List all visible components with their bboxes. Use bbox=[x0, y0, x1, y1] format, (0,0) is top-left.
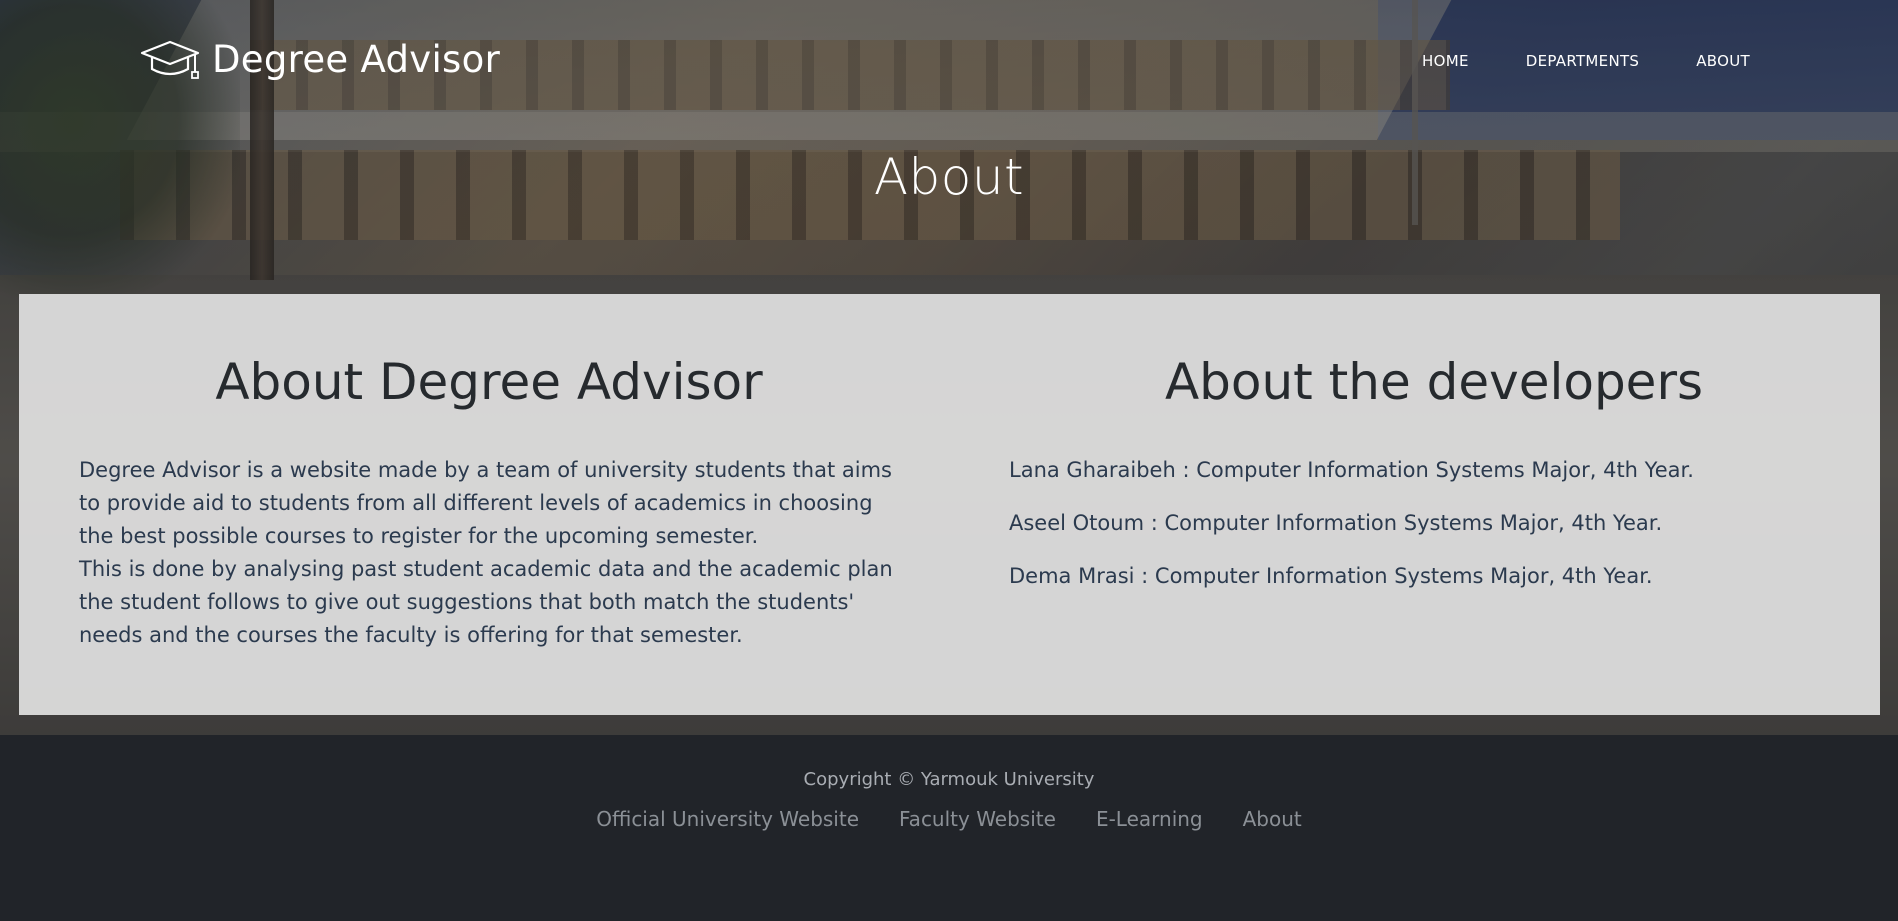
footer-link-university[interactable]: Official University Website bbox=[596, 807, 859, 831]
nav-departments[interactable]: DEPARTMENTS bbox=[1526, 52, 1640, 70]
about-app-title: About Degree Advisor bbox=[215, 353, 763, 411]
footer-link-faculty[interactable]: Faculty Website bbox=[899, 807, 1056, 831]
nav-links: HOME DEPARTMENTS ABOUT bbox=[1422, 52, 1750, 70]
footer: Copyright © Yarmouk University Official … bbox=[0, 735, 1898, 921]
about-app-section: About Degree Advisor Degree Advisor is a… bbox=[79, 352, 899, 652]
content-panel: About Degree Advisor Degree Advisor is a… bbox=[19, 294, 1880, 715]
navbar: Degree Advisor HOME DEPARTMENTS ABOUT bbox=[0, 0, 1898, 120]
brand-name: Degree Advisor bbox=[212, 38, 501, 81]
about-paragraph: Degree Advisor is a website made by a te… bbox=[79, 458, 892, 548]
nav-about[interactable]: ABOUT bbox=[1696, 52, 1750, 70]
page-title: About bbox=[873, 148, 1025, 206]
copyright-text: Copyright © Yarmouk University bbox=[803, 769, 1095, 790]
developer-item: Aseel Otoum : Computer Information Syste… bbox=[1009, 511, 1663, 535]
footer-links: Official University Website Faculty Webs… bbox=[0, 807, 1898, 831]
developer-item: Lana Gharaibeh : Computer Information Sy… bbox=[1009, 458, 1694, 482]
about-paragraph: This is done by analysing past student a… bbox=[79, 557, 893, 647]
footer-link-elearning[interactable]: E-Learning bbox=[1096, 807, 1203, 831]
about-app-description: Degree Advisor is a website made by a te… bbox=[79, 454, 899, 652]
developer-list: Lana Gharaibeh : Computer Information Sy… bbox=[1009, 454, 1859, 593]
graduation-cap-icon bbox=[140, 40, 200, 79]
nav-home[interactable]: HOME bbox=[1422, 52, 1469, 70]
about-developers-section: About the developers Lana Gharaibeh : Co… bbox=[1009, 352, 1859, 613]
brand-link[interactable]: Degree Advisor bbox=[140, 38, 500, 82]
developer-item: Dema Mrasi : Computer Information System… bbox=[1009, 564, 1653, 588]
footer-link-about[interactable]: About bbox=[1243, 807, 1302, 831]
about-developers-title: About the developers bbox=[1164, 353, 1704, 411]
